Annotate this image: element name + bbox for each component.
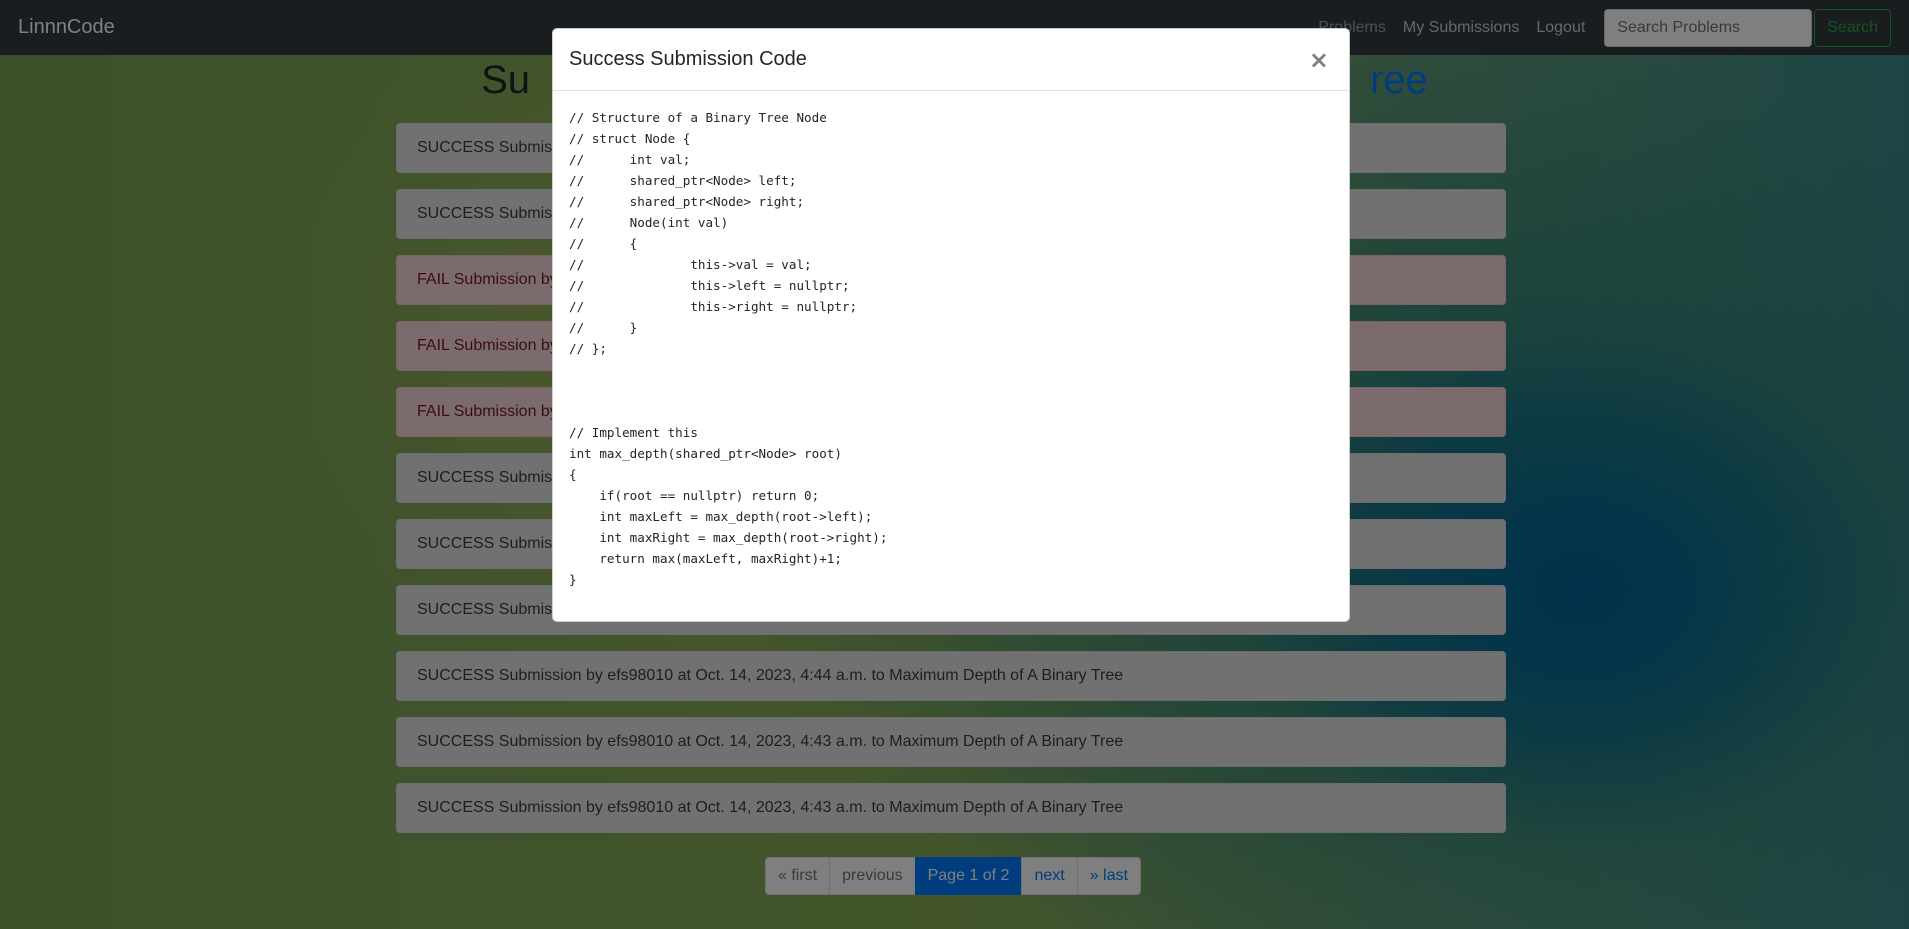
modal-header: Success Submission Code × [553,29,1349,91]
search-button[interactable]: Search [1814,8,1891,47]
page-viewport: LinnnCode Problems My Submissions Logout… [0,0,1909,929]
pagination: « first previous Page 1 of 2 next » last [765,857,1141,895]
close-icon[interactable]: × [1305,48,1333,72]
page-title-prefix: Su [481,58,531,102]
submission-item-success[interactable]: SUCCESS Submission by efs98010 at Oct. 1… [396,651,1506,701]
nav-link-logout[interactable]: Logout [1536,19,1585,37]
pagination-previous[interactable]: previous [829,857,916,895]
submission-item-success[interactable]: SUCCESS Submission by efs98010 at Oct. 1… [396,783,1506,833]
modal-body: // Structure of a Binary Tree Node // st… [553,91,1349,606]
nav-link-my-submissions[interactable]: My Submissions [1403,19,1519,37]
pagination-last[interactable]: » last [1076,857,1141,895]
code-modal: Success Submission Code × // Structure o… [552,28,1350,622]
submission-item-success[interactable]: SUCCESS Submission by efs98010 at Oct. 1… [396,717,1506,767]
nav-links: Problems My Submissions Logout Search [1318,8,1891,47]
search-form: Search [1604,8,1891,47]
pagination-next[interactable]: next [1021,857,1078,895]
brand-logo[interactable]: LinnnCode [18,16,115,39]
modal-title: Success Submission Code [569,48,807,70]
page-title-problem-link[interactable]: ree [1370,58,1428,102]
pagination-first[interactable]: « first [765,857,831,895]
submission-code: // Structure of a Binary Tree Node // st… [569,110,888,587]
search-input[interactable] [1604,8,1813,47]
pagination-current-page: Page 1 of 2 [914,857,1023,895]
